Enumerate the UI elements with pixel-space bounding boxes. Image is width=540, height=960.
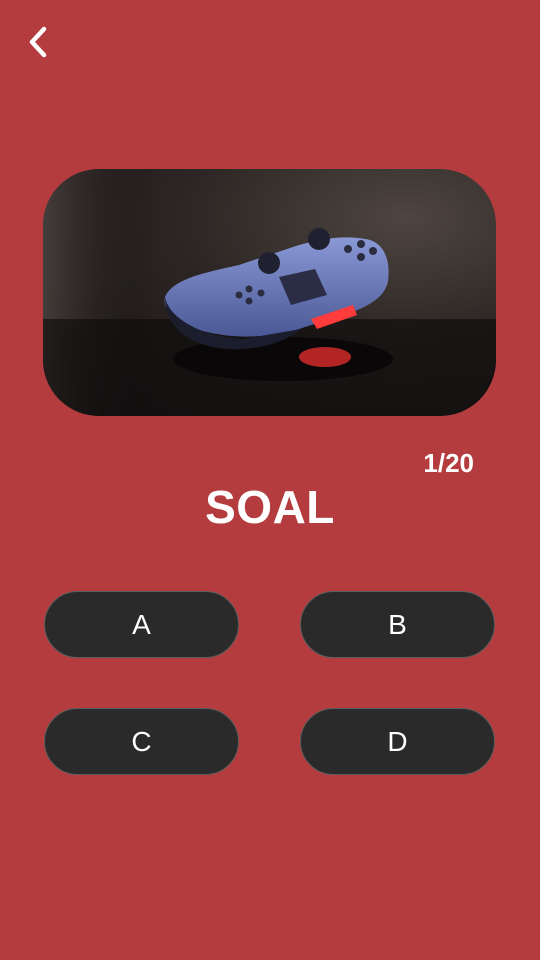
chevron-left-icon xyxy=(29,26,47,58)
question-image xyxy=(43,169,496,416)
question-progress: 1/20 xyxy=(423,448,474,478)
question-title: SOAL xyxy=(205,481,335,533)
option-b-button[interactable]: B xyxy=(300,591,495,658)
back-button[interactable] xyxy=(18,22,58,62)
game-controller-image xyxy=(43,169,496,416)
option-d-button[interactable]: D xyxy=(300,708,495,775)
option-c-button[interactable]: C xyxy=(44,708,239,775)
option-a-button[interactable]: A xyxy=(44,591,239,658)
